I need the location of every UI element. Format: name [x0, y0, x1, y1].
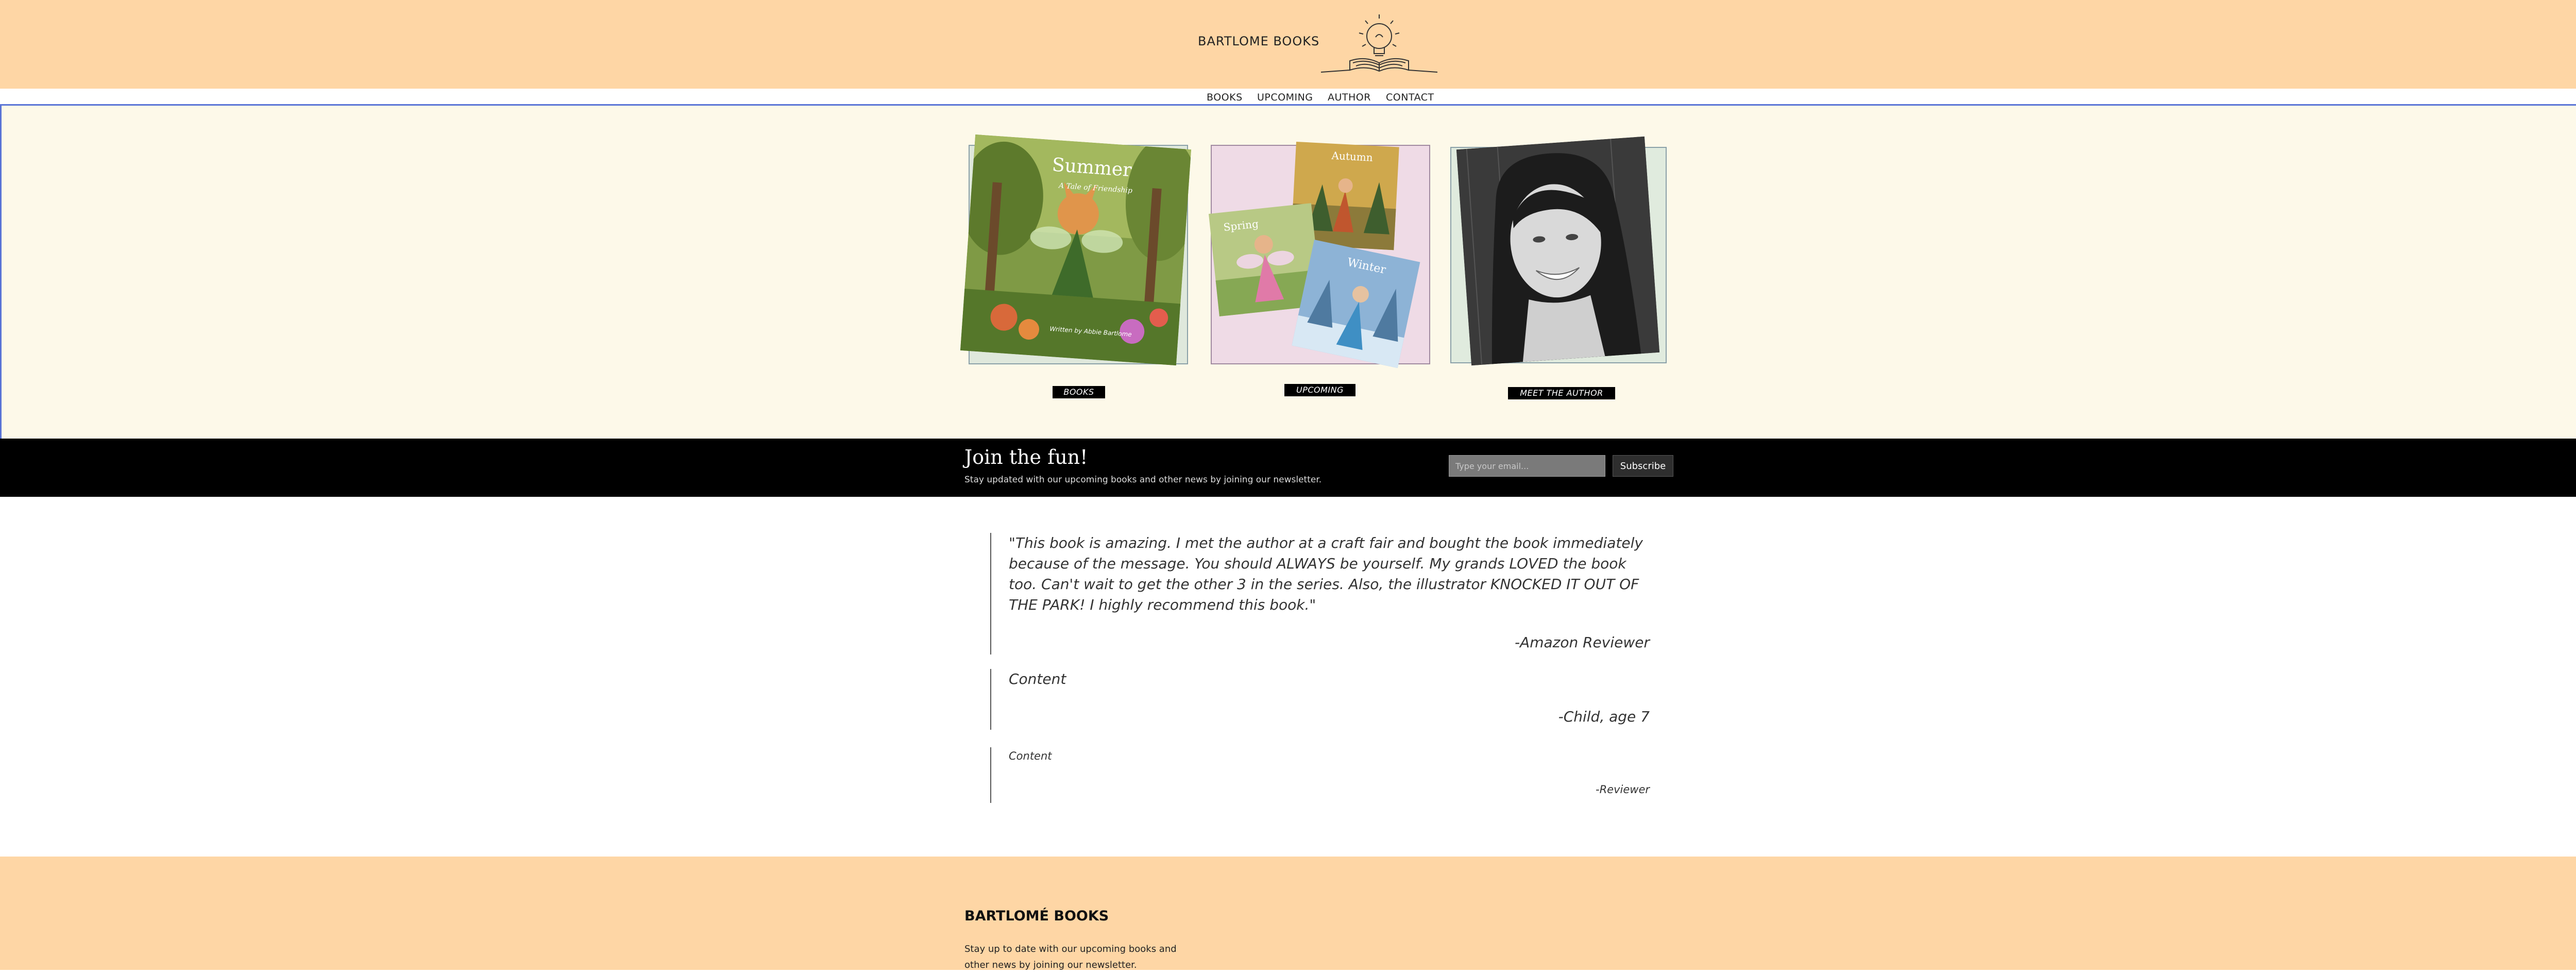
site-footer: BARTLOMÉ BOOKS Stay up to date with our …	[0, 857, 2576, 970]
testimonial-author: -Reviewer	[1596, 783, 1650, 796]
testimonial-author: -Amazon Reviewer	[1514, 634, 1650, 651]
newsletter-title: Join the fun!	[964, 446, 1088, 468]
author-portrait-photo[interactable]	[1456, 136, 1660, 366]
nav-item-upcoming[interactable]: UPCOMING	[1257, 92, 1313, 103]
testimonial-quote: Content	[1009, 750, 1052, 762]
email-input[interactable]	[1449, 455, 1605, 477]
testimonial-2: Content -Child, age 7	[990, 669, 1650, 730]
nav-item-books[interactable]: BOOKS	[1207, 92, 1243, 103]
nav-item-contact[interactable]: CONTACT	[1386, 92, 1434, 103]
summer-book-cover-image[interactable]: Summer A Tale of Friendship Written by A…	[960, 134, 1192, 366]
testimonial-1: "This book is amazing. I met the author …	[990, 533, 1650, 655]
footer-text: Stay up to date with our upcoming books …	[964, 944, 1177, 970]
nav-item-author[interactable]: AUTHOR	[1328, 92, 1371, 103]
lightbulb-book-logo-icon[interactable]	[1319, 9, 1439, 74]
footer-brand: BARTLOMÉ BOOKS	[964, 908, 1109, 924]
author-card[interactable]	[1450, 136, 1667, 366]
hero-section: Summer A Tale of Friendship Written by A…	[0, 104, 2576, 440]
testimonial-quote: Content	[1009, 670, 1066, 687]
upcoming-button[interactable]: UPCOMING	[1284, 384, 1355, 396]
testimonial-3: Content -Reviewer	[990, 747, 1650, 803]
testimonial-quote: "This book is amazing. I met the author …	[1009, 534, 1643, 613]
main-nav: BOOKS UPCOMING AUTHOR CONTACT	[0, 89, 2576, 104]
books-card[interactable]: Summer A Tale of Friendship Written by A…	[960, 134, 1192, 366]
meet-the-author-button[interactable]: MEET THE AUTHOR	[1508, 387, 1615, 399]
books-button[interactable]: BOOKS	[1053, 386, 1105, 398]
testimonial-author: -Child, age 7	[1558, 708, 1650, 725]
newsletter-subtitle: Stay updated with our upcoming books and…	[964, 475, 1322, 485]
subscribe-button[interactable]: Subscribe	[1613, 455, 1673, 477]
site-brand[interactable]: BARTLOME BOOKS	[1198, 34, 1319, 48]
upcoming-card[interactable]: Autumn Spring Winter	[1209, 142, 1430, 368]
upcoming-book-covers-image[interactable]: Autumn Spring Winter	[1209, 142, 1432, 368]
site-header: BARTLOME BOOKS	[0, 0, 2576, 89]
newsletter-section: Join the fun! Stay updated with our upco…	[0, 439, 2576, 497]
cover-autumn: Autumn	[1331, 149, 1373, 164]
